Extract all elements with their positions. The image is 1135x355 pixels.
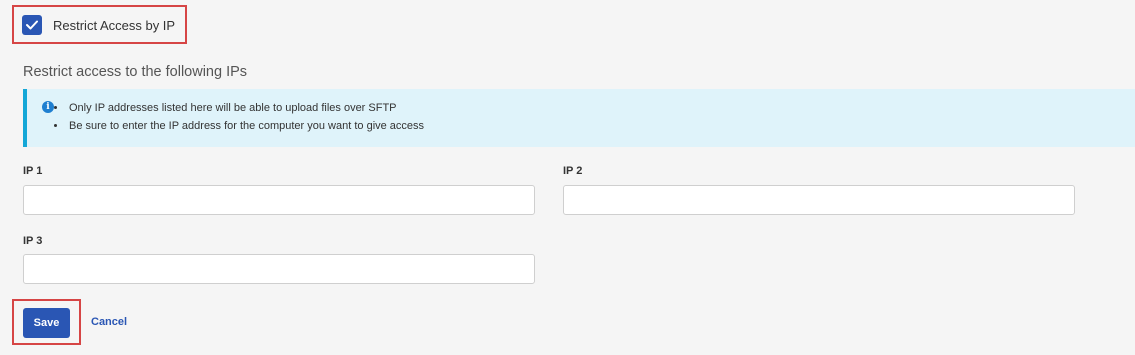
ip2-input[interactable] [563,185,1075,215]
info-alert: i Only IP addresses listed here will be … [23,89,1135,147]
restrict-access-checkbox[interactable] [22,15,42,35]
ip1-label: IP 1 [23,165,43,177]
info-alert-item: Only IP addresses listed here will be ab… [67,99,424,117]
info-alert-list: Only IP addresses listed here will be ab… [54,99,424,135]
cancel-link[interactable]: Cancel [91,316,127,328]
save-button[interactable]: Save [23,308,70,338]
restrict-ip-form: Restrict Access by IP Restrict access to… [0,0,1135,355]
checkmark-icon [26,20,38,30]
restrict-access-label[interactable]: Restrict Access by IP [53,18,175,33]
info-alert-item: Be sure to enter the IP address for the … [67,117,424,135]
ip3-input[interactable] [23,254,535,284]
ip3-label: IP 3 [23,235,43,247]
ip2-label: IP 2 [563,165,583,177]
restrict-access-checkbox-row[interactable]: Restrict Access by IP [22,15,175,35]
ip1-input[interactable] [23,185,535,215]
section-title: Restrict access to the following IPs [23,64,248,80]
